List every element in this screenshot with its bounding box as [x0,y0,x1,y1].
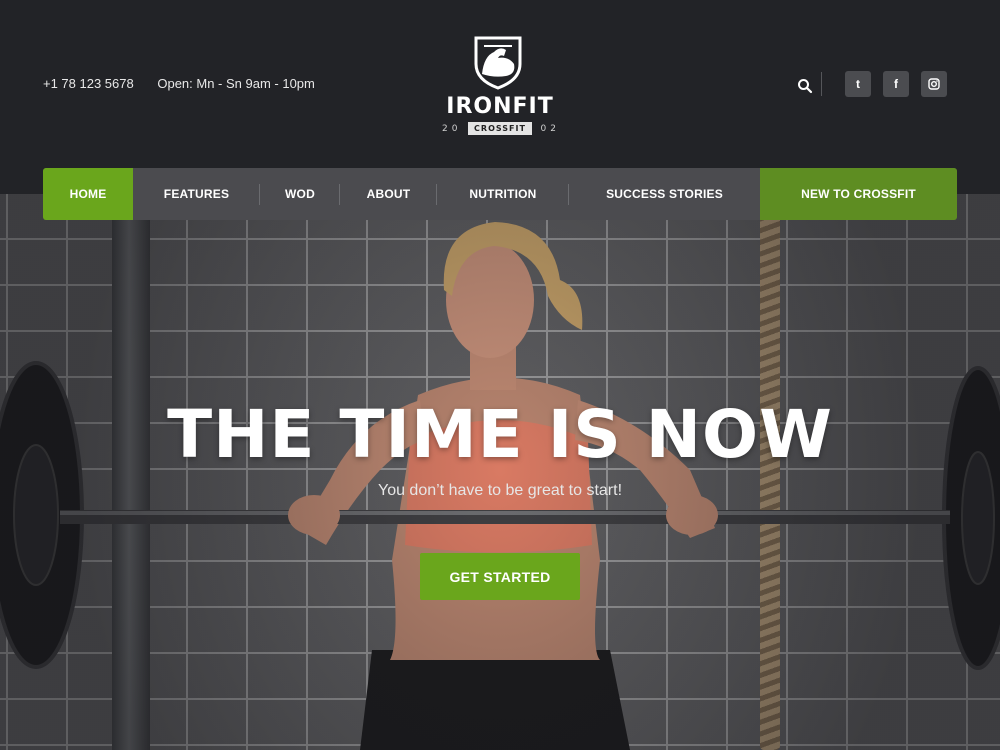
instagram-glyph [928,78,940,90]
tumblr-glyph: t [856,77,860,91]
tumblr-icon[interactable]: t [845,71,871,97]
site-header: +1 78 123 5678 Open: Mn - Sn 9am - 10pm … [0,0,1000,194]
facebook-glyph: f [894,77,898,91]
new-to-crossfit-button[interactable]: NEW TO CROSSFIT [760,168,957,220]
opening-hours: Open: Mn - Sn 9am - 10pm [157,76,315,91]
get-started-button[interactable]: GET STARTED [420,553,580,600]
site-logo[interactable]: IRONFIT 20 CROSSFIT 02 [436,30,564,142]
phone-number: +1 78 123 5678 [43,76,134,91]
nav-item-features[interactable]: FEATURES [133,168,260,220]
logo-year-left: 20 [442,124,462,134]
contact-info: +1 78 123 5678 Open: Mn - Sn 9am - 10pm [43,76,315,91]
instagram-icon[interactable] [921,71,947,97]
main-navigation: HOME FEATURES WOD ABOUT NUTRITION SUCCES… [43,168,957,220]
search-icon[interactable] [796,77,814,95]
hero-title: THE TIME IS NOW [167,396,833,473]
logo-brand-name: IRONFIT [446,94,554,119]
header-divider [821,72,822,96]
nav-item-home[interactable]: HOME [43,168,133,220]
logo-year-right: 02 [540,124,560,134]
nav-item-success-stories[interactable]: SUCCESS STORIES [569,168,760,220]
logo-subtitle: 20 CROSSFIT 02 [440,122,560,136]
flexing-arm-icon [474,36,522,90]
logo-ribbon: CROSSFIT [468,122,532,135]
nav-item-nutrition[interactable]: NUTRITION [437,168,569,220]
facebook-icon[interactable]: f [883,71,909,97]
nav-item-about[interactable]: ABOUT [340,168,437,220]
hero-subtitle: You don’t have to be great to start! [377,482,623,499]
nav-item-wod[interactable]: WOD [260,168,340,220]
